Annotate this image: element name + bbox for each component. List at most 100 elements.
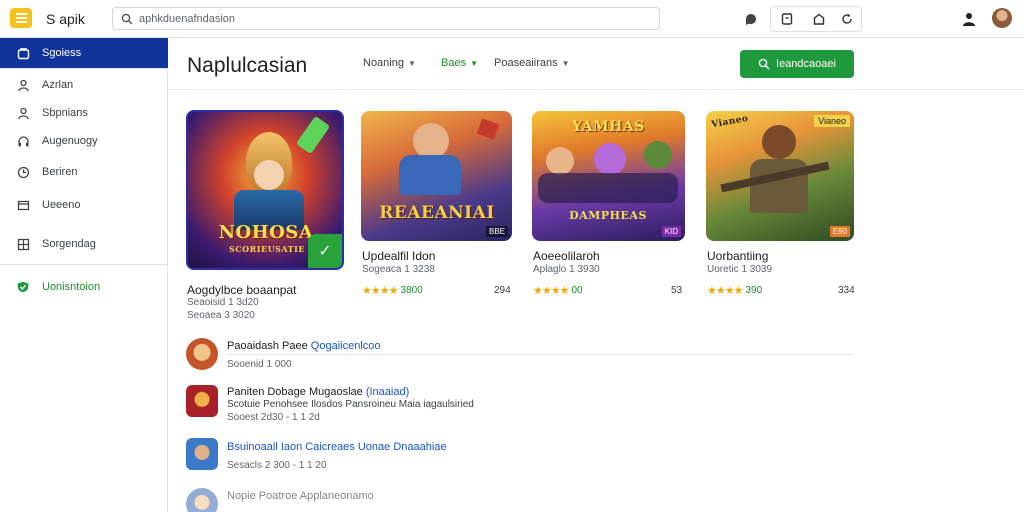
card-rating: ★★★★ 390 — [707, 284, 762, 297]
character-face — [413, 123, 449, 159]
sidebar: Sgoiess Azrlan Sbpnians Augenuogy Berire… — [0, 38, 168, 512]
character-face — [644, 141, 672, 169]
menu-icon — [15, 17, 27, 19]
star-icon: ★★★★ — [362, 285, 398, 297]
list-item-title: Nopie Poatroe Applaneonamo — [227, 490, 374, 502]
sidebar-item-0[interactable]: Sgoiess — [0, 38, 168, 68]
list-item-name: Paniten Dobage Mugaoslae — [227, 386, 363, 398]
star-icon: ★★★★ — [533, 285, 569, 297]
card-art-tag: Vianeo — [814, 115, 850, 127]
filter-dropdown-2[interactable]: Poaseaiirans ▼ — [494, 57, 570, 69]
sidebar-item-1[interactable]: Azrlan — [0, 71, 168, 99]
sidebar-item-label: Sgoiess — [42, 47, 82, 59]
list-item-link[interactable]: (Inaaiad) — [366, 386, 409, 398]
folder-icon — [16, 198, 30, 212]
sidebar-item-label: Ueeeno — [42, 199, 81, 211]
list-item-subtitle: Sesacls 2 300 - 1 1 20 — [227, 460, 327, 471]
card-size: 334 — [838, 285, 855, 296]
bookmark-icon — [781, 13, 793, 25]
bookmark-button[interactable] — [776, 8, 798, 30]
brand-name: S apik — [46, 11, 85, 27]
filter-label: Noaning — [363, 57, 404, 69]
sidebar-item-label: Sbpnians — [42, 107, 88, 119]
list-item[interactable]: Paoaidash Paee Qogaiicenlcoo Sooenid 1 0… — [186, 338, 854, 384]
home-icon — [813, 13, 825, 25]
sidebar-divider — [0, 264, 168, 265]
sidebar-divider — [0, 68, 168, 69]
card-name[interactable]: Aogdylbce boaanpat — [187, 283, 296, 297]
sidebar-item-7[interactable]: Uonisntoion — [0, 273, 168, 301]
card-art-title: REAEANIAI — [379, 203, 495, 223]
card-name[interactable]: Uorbantiing — [707, 249, 768, 263]
app-thumbnail — [186, 385, 218, 417]
app-logo[interactable] — [10, 8, 32, 28]
app-thumbnail — [186, 488, 218, 512]
app-card-art[interactable]: REAEANIAI BBE — [361, 111, 512, 241]
card-size: 294 — [494, 285, 511, 296]
filter-label: Baes — [441, 57, 467, 69]
card-art-subtitle: DAMPHEAS — [569, 209, 647, 222]
install-button[interactable]: Ieandcaoaei — [740, 50, 854, 78]
app-thumbnail — [186, 338, 218, 370]
list-item-subtitle: Sooest 2d30 - 1 1 2d — [227, 412, 320, 423]
app-thumbnail — [186, 438, 218, 470]
list-item-subtitle: Sooenid 1 000 — [227, 359, 292, 370]
rating-count: 00 — [571, 285, 583, 296]
list-item-description: Scotuie Penohsee Ilosdos Pansroineu Maia… — [227, 399, 474, 410]
character-face — [594, 143, 626, 175]
avatar[interactable] — [992, 8, 1012, 28]
emblem-art — [476, 118, 500, 140]
sidebar-item-2[interactable]: Sbpnians — [0, 99, 168, 127]
card-art-title: Vianeo — [710, 113, 750, 131]
card-subtitle: Seoaea 3 3020 — [187, 310, 255, 321]
search-input[interactable] — [139, 12, 619, 25]
filter-dropdown-0[interactable]: Noaning ▼ — [363, 57, 416, 69]
list-item-link[interactable]: Qogaiicenlcoo — [311, 340, 381, 352]
card-size: 53 — [671, 285, 683, 296]
character-group — [538, 173, 678, 203]
card-subtitle: Seaoisid 1 3d20 — [187, 297, 259, 308]
card-name[interactable]: Updealfil Idon — [362, 249, 435, 263]
character-face — [762, 125, 796, 159]
store-icon — [16, 46, 30, 60]
app-card-art[interactable]: NOHOSA SCORIEUSATIE ✓ — [186, 110, 344, 270]
card-subtitle: Sogeaca 1 3238 — [362, 264, 435, 275]
character-body — [399, 155, 461, 195]
list-item[interactable]: Nopie Poatroe Applaneonamo — [186, 488, 854, 512]
home-button[interactable] — [808, 8, 830, 30]
list-item[interactable]: Paniten Dobage Mugaoslae (Inaaiad) Scotu… — [186, 385, 854, 435]
list-item-title: Paniten Dobage Mugaoslae (Inaaiad) — [227, 386, 409, 398]
card-subtitle: Uoretic 1 3039 — [707, 264, 773, 275]
sidebar-item-5[interactable]: Ueeeno — [0, 191, 168, 219]
person-icon — [963, 13, 975, 26]
card-name[interactable]: Aoeeolilaroh — [533, 249, 600, 263]
rating-count: 390 — [745, 285, 763, 296]
sidebar-item-label: Augenuogy — [42, 135, 98, 147]
filter-label: Poaseaiirans — [494, 57, 558, 69]
search-box[interactable] — [112, 7, 660, 30]
install-button-label: Ieandcaoaei — [776, 58, 836, 70]
person-icon — [16, 78, 30, 92]
list-item[interactable]: Bsuinoaall Iaon Caicreaes Uonae Dnaaahia… — [186, 438, 854, 476]
headset-icon — [16, 134, 30, 148]
sidebar-item-6[interactable]: Sorgendag — [0, 230, 168, 258]
chat-button[interactable] — [740, 8, 762, 30]
app-card-art[interactable]: Vianeo Vianeo E90 — [706, 111, 854, 241]
filter-dropdown-1[interactable]: Baes ▼ — [441, 57, 478, 69]
chevron-down-icon: ▼ — [561, 58, 570, 68]
verified-badge: ✓ — [308, 234, 342, 268]
list-item-title[interactable]: Bsuinoaall Iaon Caicreaes Uonae Dnaaahia… — [227, 441, 447, 453]
refresh-icon — [842, 13, 852, 24]
character-face — [254, 160, 284, 190]
account-button[interactable] — [958, 8, 980, 30]
sidebar-item-3[interactable]: Augenuogy — [0, 127, 168, 155]
list-item-name: Paoaidash Paee — [227, 340, 308, 352]
sidebar-item-label: Azrlan — [42, 79, 74, 91]
app-card-art[interactable]: YAMHAS DAMPHEAS KID — [532, 111, 685, 241]
card-rating: ★★★★ 00 — [533, 284, 583, 297]
rating-badge: KID — [661, 226, 681, 237]
refresh-button[interactable] — [836, 8, 858, 30]
grid-icon — [16, 237, 30, 251]
sidebar-item-4[interactable]: Beriren — [0, 158, 168, 186]
card-subtitle: Aplaglo 1 3930 — [533, 264, 600, 275]
